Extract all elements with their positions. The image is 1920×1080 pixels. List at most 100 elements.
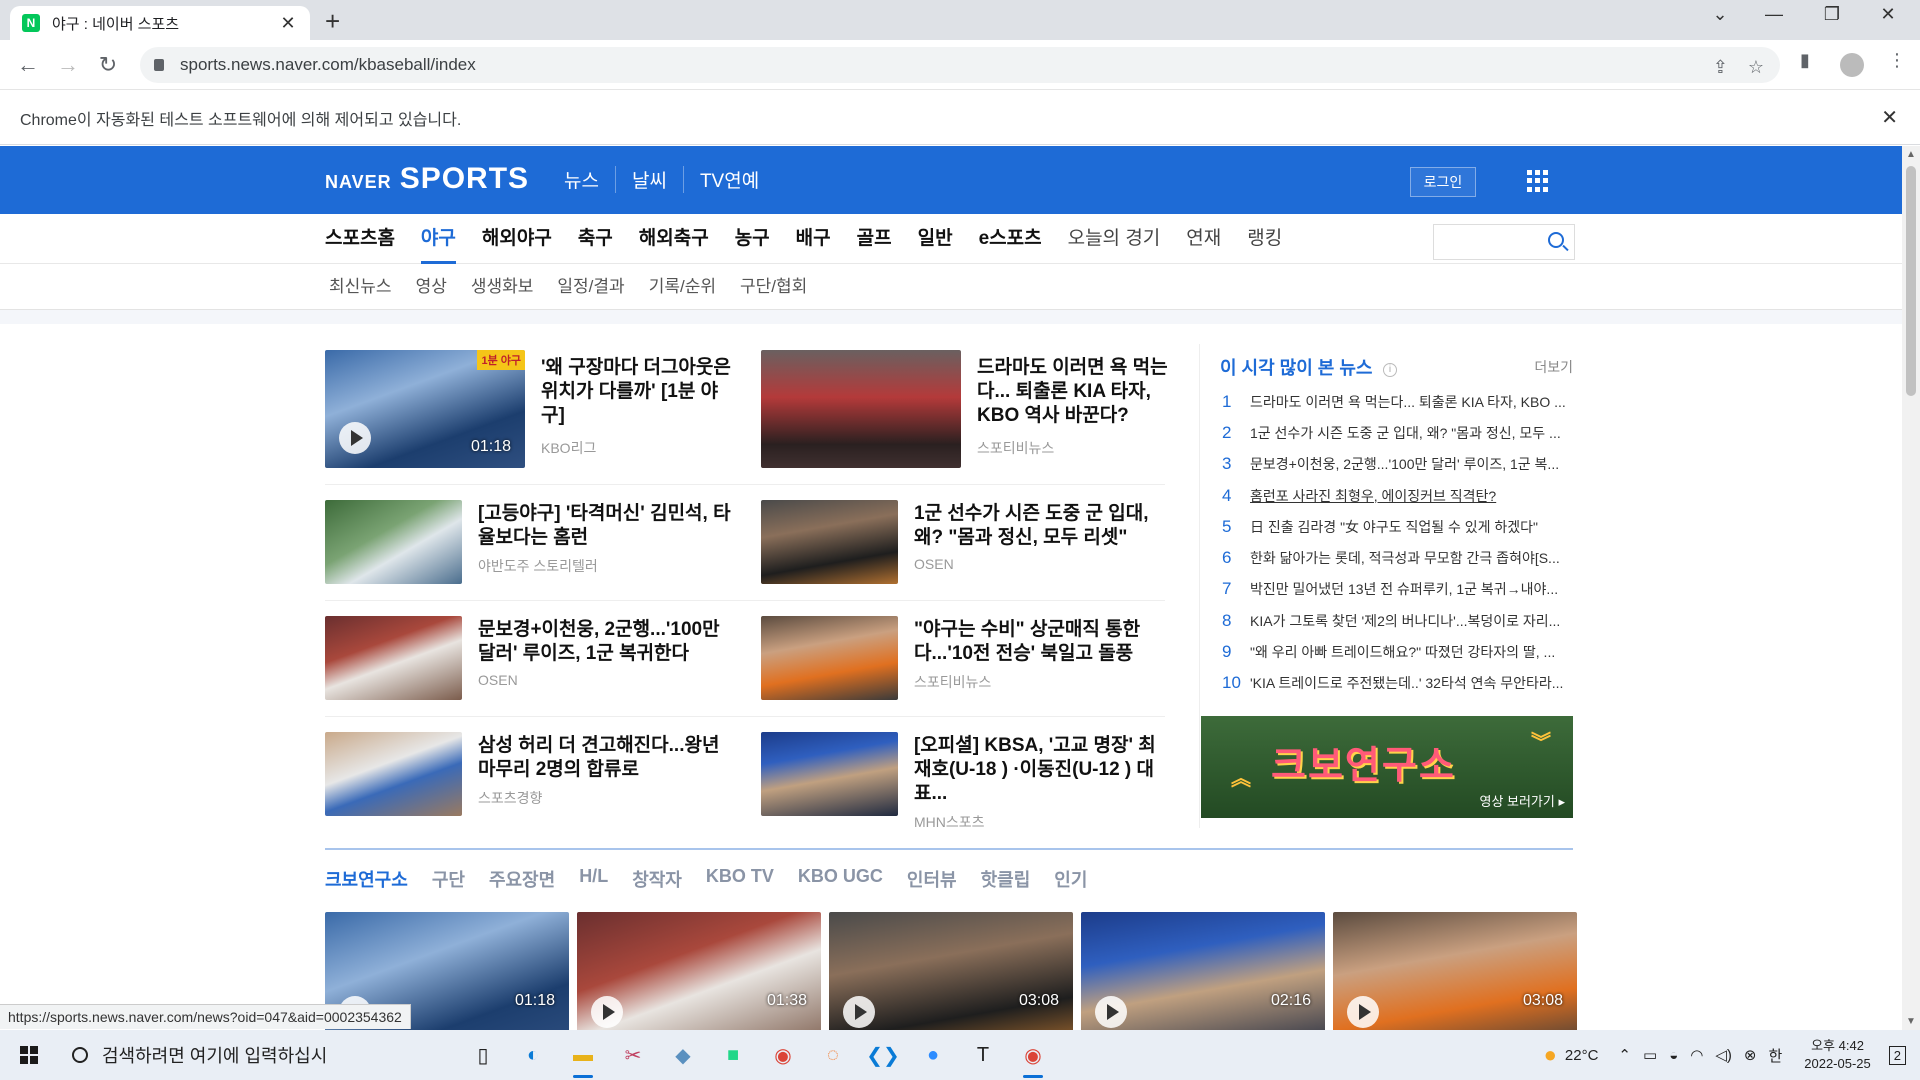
notes-app-icon[interactable]: ◆ [658,1030,708,1080]
login-button[interactable]: 로그인 [1410,167,1476,197]
mic-muted-icon[interactable]: ⊗ [1744,1046,1757,1064]
tab-kbo-tv[interactable]: KBO TV [706,866,774,892]
rank-headline[interactable]: 박진만 밀어냈던 13년 전 슈퍼루키, 1군 복귀→내야... [1250,579,1573,599]
profile-avatar[interactable] [1840,53,1864,77]
tab-teams[interactable]: 구단 [432,866,465,892]
minimize-button[interactable]: — [1754,4,1794,25]
zoom-icon[interactable]: ● [908,1030,958,1080]
ranking-item[interactable]: 2 1군 선수가 시즌 도중 군 입대, 왜? "몸과 정신, 모두 ... [1220,417,1573,448]
ranking-item[interactable]: 3 문보경+이천웅, 2군행...'100만 달러' 루이즈, 1군 복... [1220,449,1573,480]
file-explorer-icon[interactable]: ▬ [558,1030,608,1080]
article-title[interactable]: 삼성 허리 더 견고해진다...왕년 마무리 2명의 합류로 [478,734,735,782]
start-button[interactable] [0,1030,58,1080]
article-card[interactable]: 1분 야구 01:18 '왜 구장마다 더그아웃은 위치가 다를까' [1분 야… [325,350,735,468]
new-tab-button[interactable]: + [325,6,340,37]
infobar-close-icon[interactable]: ✕ [1881,105,1898,130]
article-thumbnail[interactable] [761,616,898,700]
browser-tab[interactable]: N 야구 : 네이버 스포츠 ✕ [10,6,310,40]
wifi-icon[interactable]: ◠ [1690,1046,1703,1064]
article-thumbnail[interactable]: 1분 야구 01:18 [325,350,525,468]
ranking-item[interactable]: 8 KIA가 그토록 찾던 '제2의 버나디나'...복덩이로 자리... [1220,605,1573,636]
ranking-item[interactable]: 7 박진만 밀어냈던 13년 전 슈퍼루키, 1군 복귀→내야... [1220,574,1573,605]
back-button[interactable]: ← [14,52,42,78]
play-icon[interactable] [843,996,875,1028]
rank-headline[interactable]: 1군 선수가 시즌 도중 군 입대, 왜? "몸과 정신, 모두 ... [1250,423,1573,443]
taskview-icon[interactable]: ▯ [458,1030,508,1080]
rank-headline[interactable]: 'KIA 트레이드로 주전됐는데..' 32타석 연속 무안타라... [1250,673,1573,693]
apps-grid-icon[interactable] [1527,170,1549,192]
ranking-item[interactable]: 4 홈런포 사라진 최형우, 에이징커브 직격탄? [1220,480,1573,511]
article-card[interactable]: "야구는 수비" 상군매직 통한다...'10전 전승' 북일고 돌풍 스포티비… [761,616,1171,700]
subnav-video[interactable]: 영상 [404,264,459,310]
tab-kbo-lab[interactable]: 크보연구소 [325,866,408,892]
ranking-more-link[interactable]: 더보기 [1534,357,1573,377]
rank-headline[interactable]: "왜 우리 아빠 트레이드해요?" 따졌던 강타자의 딸, ... [1250,642,1573,662]
pycharm-icon[interactable]: ■ [708,1030,758,1080]
jupyter-icon[interactable]: ◌ [808,1030,858,1080]
tab-highlights[interactable]: H/L [579,866,608,892]
chrome-active-icon[interactable]: ◉ [1008,1030,1058,1080]
nav-baseball[interactable]: 야구 [408,214,469,264]
ranking-item[interactable]: 6 한화 닮아가는 롯데, 적극성과 무모함 간극 좁혀야[S... [1220,542,1573,573]
rank-headline[interactable]: KIA가 그토록 찾던 '제2의 버나디나'...복덩이로 자리... [1250,611,1573,631]
article-thumbnail[interactable] [761,732,898,816]
video-thumbnail[interactable]: 01:38 [577,912,821,1030]
video-thumbnail[interactable]: 03:08 [1333,912,1577,1030]
article-thumbnail[interactable] [325,732,462,816]
maximize-button[interactable]: ❐ [1812,4,1852,25]
article-title[interactable]: 1군 선수가 시즌 도중 군 입대, 왜? "몸과 정신, 모두 리셋" [914,502,1171,550]
article-title[interactable]: [오피셜] KBSA, '고교 명장' 최재호(U-18 ) ·이동진(U-12… [914,734,1171,806]
play-icon[interactable] [339,422,371,454]
kbo-lab-banner[interactable]: ︽ 크보연구소 ︾ 영상 보러가기 ▸ [1201,716,1573,818]
notification-badge[interactable]: 2 [1888,1045,1906,1065]
ranking-item[interactable]: 10 'KIA 트레이드로 주전됐는데..' 32타석 연속 무안타라... [1220,668,1573,699]
taskbar-search[interactable]: 검색하려면 여기에 입력하십시 [58,1030,458,1080]
reload-button[interactable]: ↻ [94,52,122,78]
ranking-item[interactable]: 9 "왜 우리 아빠 트레이드해요?" 따졌던 강타자의 딸, ... [1220,636,1573,667]
tab-kbo-ugc[interactable]: KBO UGC [798,866,883,892]
tab-hot-clips[interactable]: 핫클립 [981,866,1031,892]
scroll-down-arrow-icon[interactable]: ▼ [1906,1016,1916,1027]
article-thumbnail[interactable] [761,350,961,468]
tab-interviews[interactable]: 인터뷰 [907,866,957,892]
nav-general[interactable]: 일반 [905,214,966,264]
article-card[interactable]: 삼성 허리 더 견고해진다...왕년 마무리 2명의 합류로 스포츠경향 [325,732,735,816]
nav-todays-games[interactable]: 오늘의 경기 [1055,214,1174,264]
rank-headline[interactable]: 드라마도 이러면 욕 먹는다... 퇴출론 KIA 타자, KBO ... [1250,392,1573,412]
article-title[interactable]: [고등야구] '타격머신' 김민석, 타율보다는 홈런 [478,502,735,550]
tab-close-icon[interactable]: ✕ [278,13,298,34]
typora-icon[interactable]: T [958,1030,1008,1080]
play-icon[interactable] [591,996,623,1028]
snipping-tool-icon[interactable]: ✂ [608,1030,658,1080]
article-thumbnail[interactable] [325,500,462,584]
nav-golf[interactable]: 골프 [844,214,905,264]
article-title[interactable]: '왜 구장마다 더그아웃은 위치가 다를까' [1분 야구] [541,356,735,428]
article-thumbnail[interactable] [325,616,462,700]
video-thumbnail[interactable]: 03:08 [829,912,1073,1030]
nav-sports-home[interactable]: 스포츠홈 [312,214,408,264]
top-menu-tv[interactable]: TV연예 [682,166,775,193]
scroll-thumb[interactable] [1906,166,1916,396]
article-title[interactable]: 드라마도 이러면 욕 먹는다... 퇴출론 KIA 타자, KBO 역사 바꾼다… [977,356,1171,428]
network-icon[interactable]: ◒ [1669,1047,1678,1064]
forward-button[interactable]: → [54,52,82,78]
article-card[interactable]: 드라마도 이러면 욕 먹는다... 퇴출론 KIA 타자, KBO 역사 바꾼다… [761,350,1171,468]
article-title[interactable]: 문보경+이천웅, 2군행...'100만 달러' 루이즈, 1군 복귀한다 [478,618,735,666]
tab-creators[interactable]: 창작자 [632,866,682,892]
article-card[interactable]: 문보경+이천웅, 2군행...'100만 달러' 루이즈, 1군 복귀한다 OS… [325,616,735,700]
subnav-schedule[interactable]: 일정/결과 [545,264,636,310]
nav-volleyball[interactable]: 배구 [783,214,844,264]
menu-kebab-icon[interactable]: ⋮ [1888,50,1906,71]
chrome-icon[interactable]: ◉ [758,1030,808,1080]
video-thumbnail[interactable]: 02:16 [1081,912,1325,1030]
subnav-latest-news[interactable]: 최신뉴스 [317,264,404,310]
edge-icon[interactable]: ◐ [508,1030,558,1080]
scroll-up-arrow-icon[interactable]: ▲ [1906,149,1916,160]
search-icon[interactable] [1548,232,1564,248]
banner-watch-link[interactable]: 영상 보러가기 ▸ [1479,791,1565,810]
ranking-item[interactable]: 5 日 진출 김라경 "女 야구도 직업될 수 있게 하겠다" [1220,511,1573,542]
naver-sports-logo[interactable]: NAVER SPORTS [325,162,529,196]
tab-popular[interactable]: 인기 [1054,866,1087,892]
weather-temperature[interactable]: 22°C [1565,1047,1599,1064]
address-bar[interactable]: sports.news.naver.com/kbaseball/index ⇪ … [140,47,1780,83]
